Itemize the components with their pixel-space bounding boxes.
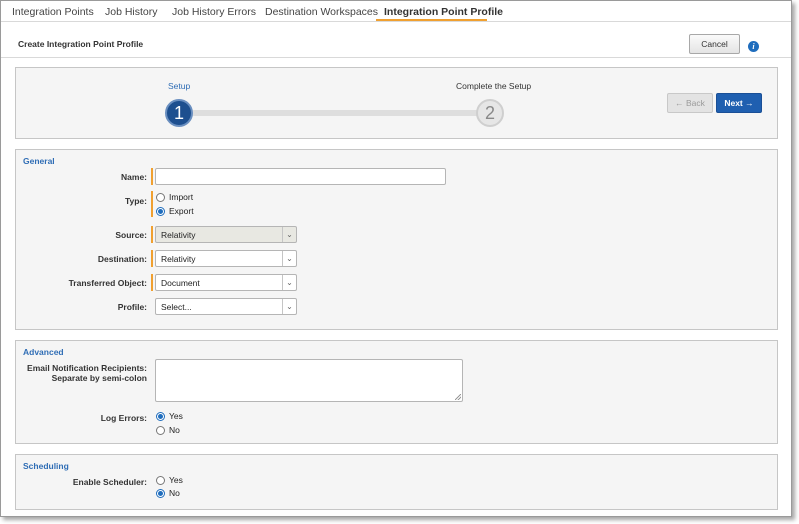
app-window: Integration Points Job History Job Histo…: [0, 0, 792, 517]
email-recipients-label: Email Notification Recipients:: [27, 363, 147, 373]
transferred-object-select[interactable]: Document ⌄: [155, 274, 297, 291]
enable-scheduler-no-label: No: [169, 488, 180, 498]
page-title: Create Integration Point Profile: [18, 39, 144, 49]
page-header: Create Integration Point Profile Cancel …: [1, 22, 791, 58]
tab-integration-points[interactable]: Integration Points: [12, 6, 94, 18]
type-option-export[interactable]: Export: [156, 206, 194, 216]
destination-select[interactable]: Relativity ⌄: [155, 250, 297, 267]
profile-value: Select...: [161, 302, 192, 312]
type-export-label: Export: [169, 206, 194, 216]
transferred-object-label: Transferred Object:: [68, 278, 147, 288]
tab-job-history-errors[interactable]: Job History Errors: [172, 6, 256, 18]
name-required-marker: [151, 168, 153, 185]
log-errors-option-no[interactable]: No: [156, 425, 180, 435]
profile-label: Profile:: [117, 302, 147, 312]
chevron-down-icon: ⌄: [282, 227, 296, 242]
tab-integration-point-profile[interactable]: Integration Point Profile: [384, 6, 503, 18]
enable-scheduler-option-no[interactable]: No: [156, 488, 180, 498]
tab-job-history[interactable]: Job History: [105, 6, 158, 18]
source-required-marker: [151, 226, 153, 243]
step-complete-label: Complete the Setup: [456, 81, 532, 91]
back-button[interactable]: ← Back: [667, 93, 713, 113]
wizard-progress-track: [191, 110, 496, 116]
general-section: General Name: Type: Import Export Source…: [15, 149, 778, 330]
source-value: Relativity: [161, 230, 196, 240]
step-1-indicator: 1: [165, 99, 193, 127]
email-recipients-textarea[interactable]: [155, 359, 463, 402]
type-option-import[interactable]: Import: [156, 192, 193, 202]
destination-value: Relativity: [161, 254, 196, 264]
advanced-section: Advanced Email Notification Recipients: …: [15, 340, 778, 444]
chevron-down-icon: ⌄: [282, 299, 296, 314]
name-label: Name:: [121, 172, 147, 182]
scheduling-section-title: Scheduling: [23, 461, 69, 471]
type-label: Type:: [124, 196, 147, 206]
tab-destination-workspaces[interactable]: Destination Workspaces: [265, 6, 378, 18]
enable-scheduler-no-radio[interactable]: [156, 488, 165, 498]
type-required-marker: [151, 191, 153, 217]
chevron-down-icon: ⌄: [282, 275, 296, 290]
advanced-section-title: Advanced: [23, 347, 64, 357]
log-errors-option-yes[interactable]: Yes: [156, 411, 183, 421]
wizard-panel: Setup Complete the Setup 1 2 ← Back Next…: [15, 67, 778, 139]
enable-scheduler-option-yes[interactable]: Yes: [156, 475, 183, 485]
type-import-radio[interactable]: [156, 192, 165, 202]
step-2-indicator: 2: [476, 99, 504, 127]
step-setup-label: Setup: [168, 81, 191, 91]
transferred-object-required-marker: [151, 274, 153, 291]
info-icon[interactable]: i: [748, 41, 759, 52]
scheduling-section: Scheduling Enable Scheduler: Yes No: [15, 454, 778, 510]
destination-required-marker: [151, 250, 153, 267]
next-button[interactable]: Next →: [716, 93, 762, 113]
profile-select[interactable]: Select... ⌄: [155, 298, 297, 315]
log-errors-yes-label: Yes: [169, 411, 183, 421]
destination-label: Destination:: [97, 254, 147, 264]
source-label: Source:: [115, 230, 147, 240]
email-recipients-hint: Separate by semi-colon: [51, 373, 147, 383]
enable-scheduler-yes-radio[interactable]: [156, 475, 165, 485]
log-errors-no-label: No: [169, 425, 180, 435]
transferred-object-value: Document: [161, 278, 200, 288]
enable-scheduler-yes-label: Yes: [169, 475, 183, 485]
source-select[interactable]: Relativity ⌄: [155, 226, 297, 243]
active-tab-indicator: [376, 19, 487, 21]
resize-grip-icon[interactable]: [455, 394, 461, 400]
general-section-title: General: [23, 156, 55, 166]
log-errors-no-radio[interactable]: [156, 425, 165, 435]
log-errors-yes-radio[interactable]: [156, 411, 165, 421]
type-import-label: Import: [169, 192, 194, 202]
tab-bar: Integration Points Job History Job Histo…: [1, 1, 791, 22]
enable-scheduler-label: Enable Scheduler:: [72, 477, 147, 487]
log-errors-label: Log Errors:: [100, 413, 147, 423]
chevron-down-icon: ⌄: [282, 251, 296, 266]
name-input[interactable]: [155, 168, 446, 185]
cancel-button[interactable]: Cancel: [689, 34, 740, 54]
type-export-radio[interactable]: [156, 206, 165, 216]
